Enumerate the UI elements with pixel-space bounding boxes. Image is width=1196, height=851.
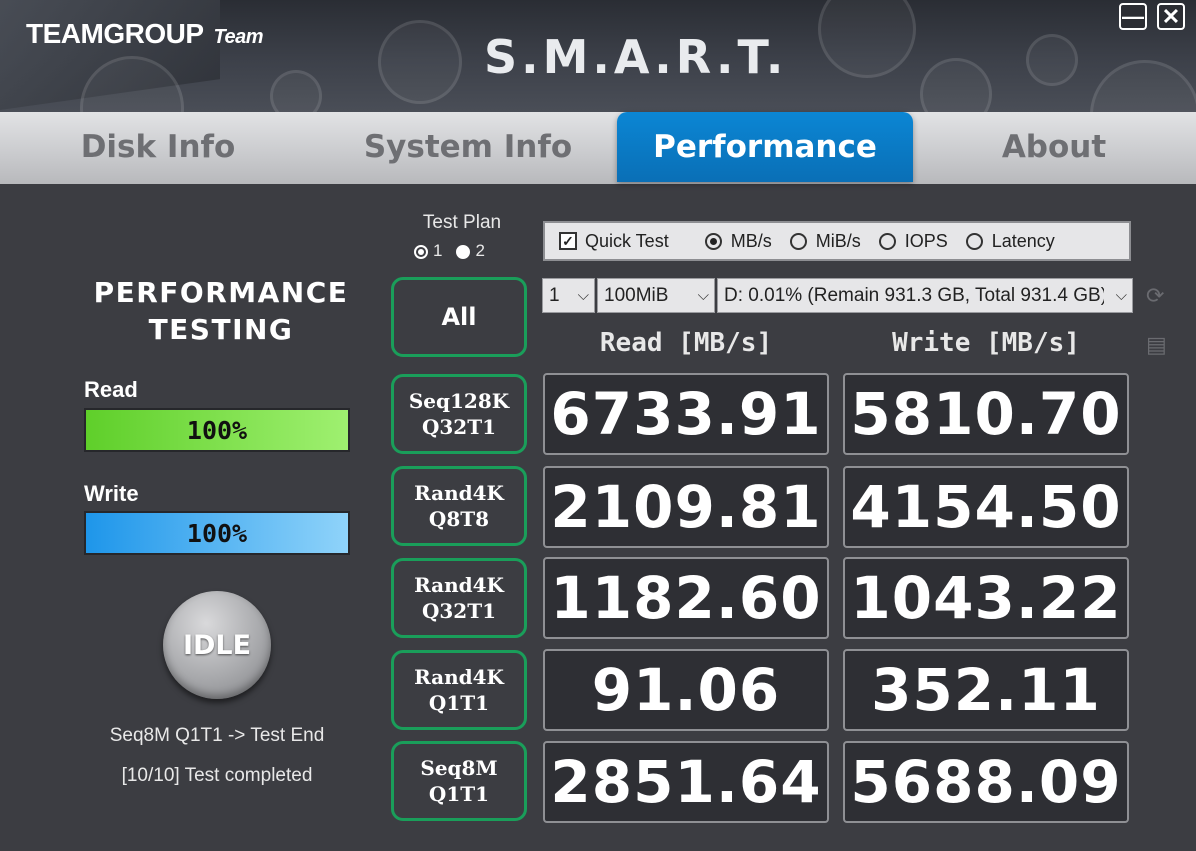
tab-about[interactable]: About <box>960 112 1148 182</box>
tab-disk-info[interactable]: Disk Info <box>40 112 276 182</box>
unit-option-iops[interactable]: IOPS <box>878 231 948 252</box>
tab-system-info[interactable]: System Info <box>340 112 596 182</box>
app-title: S.M.A.R.T. <box>484 30 788 84</box>
write-progress-text: 100% <box>186 518 248 548</box>
radio-icon <box>414 244 428 259</box>
unit-option-mbs[interactable]: MB/s <box>704 231 772 252</box>
radio-selected-icon <box>456 244 471 259</box>
chevron-down-icon: ⌵ <box>1115 287 1127 304</box>
result-write-rand4k-q32t1: 1043.22 <box>843 557 1129 639</box>
gamepad-decoration-icon <box>920 58 992 112</box>
write-progress-label: Write <box>84 481 139 506</box>
unit-option-mibs[interactable]: MiB/s <box>789 231 861 252</box>
unit-option-latency[interactable]: Latency <box>965 231 1055 252</box>
lens-decoration-icon <box>1090 60 1196 112</box>
result-read-seq8m-q1t1: 2851.64 <box>543 741 829 823</box>
close-button[interactable]: ✕ <box>1157 3 1185 30</box>
refresh-icon[interactable]: ⟳ <box>1146 283 1170 309</box>
test-button-rand4k-q1t1[interactable]: Rand4K Q1T1 <box>391 650 527 730</box>
close-icon: ✕ <box>1161 3 1181 29</box>
result-write-seq128k-q32t1: 5810.70 <box>843 373 1129 455</box>
result-write-seq8m-q1t1: 5688.09 <box>843 741 1129 823</box>
clipboard-decoration-icon <box>378 20 462 104</box>
quick-test-checkbox[interactable]: ✓ Quick Test <box>545 231 669 252</box>
test-count-select[interactable]: 1 ⌵ <box>542 278 595 313</box>
test-plan-option-2[interactable]: 2 <box>456 241 485 261</box>
radio-icon <box>965 232 983 250</box>
status-progress: [10/10] Test completed <box>121 765 313 786</box>
result-read-rand4k-q1t1: 91.06 <box>543 649 829 731</box>
chart-decoration-icon <box>818 0 916 78</box>
test-plan-option-1[interactable]: 1 <box>414 241 442 261</box>
chevron-down-icon: ⌵ <box>577 287 589 304</box>
minimize-button[interactable]: — <box>1119 3 1147 30</box>
result-write-rand4k-q8t8: 4154.50 <box>843 466 1129 548</box>
read-progress-text: 100% <box>186 415 248 445</box>
heading-line-2: TESTING <box>148 313 294 346</box>
test-button-seq8m-q1t1[interactable]: Seq8M Q1T1 <box>391 741 527 821</box>
radio-icon <box>878 232 896 250</box>
test-size-select[interactable]: 100MiB ⌵ <box>597 278 715 313</box>
result-read-rand4k-q32t1: 1182.60 <box>543 557 829 639</box>
chevron-down-icon: ⌵ <box>697 287 709 304</box>
radio-selected-icon <box>704 232 722 250</box>
run-all-button[interactable]: All <box>391 277 527 357</box>
write-column-header: Write [MB/s] <box>892 328 1080 358</box>
radio-icon <box>789 232 807 250</box>
test-button-rand4k-q32t1[interactable]: Rand4K Q32T1 <box>391 558 527 638</box>
result-read-seq128k-q32t1: 6733.91 <box>543 373 829 455</box>
status-current-test: Seq8M Q1T1 -> Test End <box>109 725 325 746</box>
folder-decoration-icon <box>270 70 322 112</box>
brand-logo: TEAMGROUP Team <box>26 18 264 50</box>
app-header: TEAMGROUP Team S.M.A.R.T. — ✕ <box>0 0 1196 112</box>
read-column-header: Read [MB/s] <box>599 328 773 358</box>
copy-icon[interactable]: ▤ <box>1146 332 1170 358</box>
brand-sub: Team <box>213 26 264 48</box>
result-read-rand4k-q8t8: 2109.81 <box>543 466 829 548</box>
brand-name: TEAMGROUP <box>26 18 204 49</box>
start-idle-button[interactable]: IDLE <box>163 591 271 699</box>
write-progress-bar: 100% <box>84 511 350 555</box>
test-button-rand4k-q8t8[interactable]: Rand4K Q8T8 <box>391 466 527 546</box>
checkbox-checked-icon: ✓ <box>559 232 577 250</box>
read-progress-label: Read <box>84 377 138 402</box>
test-plan-options: 1 2 <box>414 241 485 261</box>
tab-performance[interactable]: Performance <box>617 112 913 182</box>
drive-select[interactable]: D: 0.01% (Remain 931.3 GB, Total 931.4 G… <box>717 278 1133 313</box>
read-progress-bar: 100% <box>84 408 350 452</box>
options-bar: ✓ Quick Test MB/s MiB/s IOPS Latency <box>543 221 1131 261</box>
gear-decoration-icon <box>1026 34 1078 86</box>
minimize-icon: — <box>1122 3 1144 29</box>
heading-line-1: PERFORMANCE <box>93 276 349 309</box>
performance-testing-heading: PERFORMANCE TESTING <box>80 274 362 348</box>
result-write-rand4k-q1t1: 352.11 <box>843 649 1129 731</box>
test-plan-label: Test Plan <box>422 212 502 233</box>
tab-bar: Disk Info System Info Performance About <box>0 112 1196 184</box>
test-button-seq128k-q32t1[interactable]: Seq128K Q32T1 <box>391 374 527 454</box>
